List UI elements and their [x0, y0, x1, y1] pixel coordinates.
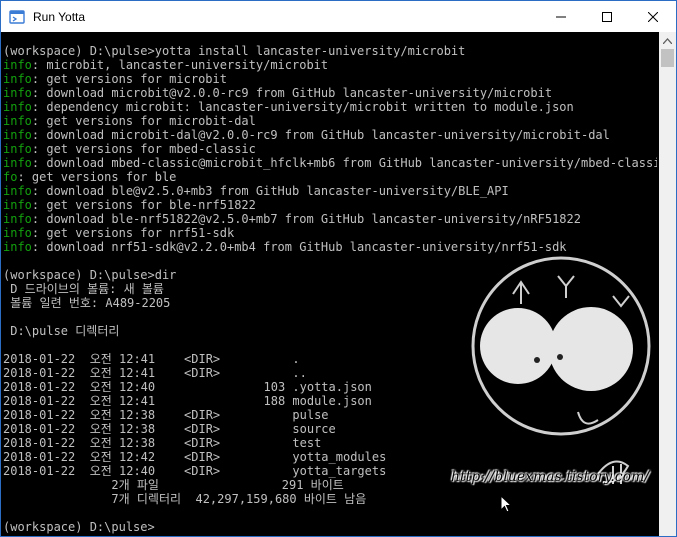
line-text: D 드라이브의 볼륨: 새 볼륨 — [3, 282, 164, 296]
line-text: 2018-01-22 오전 12:38 <DIR> source — [3, 422, 336, 436]
console-line: info: dependency microbit: lancaster-uni… — [3, 100, 657, 114]
line-text: : get versions for ble — [17, 170, 177, 184]
info-prefix: info — [3, 58, 32, 72]
line-text: : get versions for microbit-dal — [31, 114, 256, 128]
line-text: 2018-01-22 오전 12:38 <DIR> test — [3, 436, 322, 450]
console-line: info: download mbed-classic@microbit_hfc… — [3, 156, 657, 170]
line-text: 2018-01-22 오전 12:38 <DIR> pulse — [3, 408, 329, 422]
close-icon — [648, 11, 658, 22]
console-line: info: microbit, lancaster-university/mic… — [3, 58, 657, 72]
info-prefix: info — [3, 212, 32, 226]
info-prefix: info — [3, 156, 32, 170]
console-line: (workspace) D:\pulse> — [3, 520, 657, 534]
line-text: : download mbed-classic@microbit_hfclk+m… — [31, 156, 657, 170]
info-prefix: info — [3, 114, 32, 128]
line-text: (workspace) D:\pulse>yotta install lanca… — [3, 44, 466, 58]
line-text: : download microbit@v2.0.0-rc9 from GitH… — [31, 86, 553, 100]
line-text: 2018-01-22 오전 12:42 <DIR> yotta_modules — [3, 450, 387, 464]
line-text: : download ble-nrf51822@v2.5.0+mb7 from … — [31, 212, 581, 226]
close-button[interactable] — [630, 1, 676, 32]
console-line: 2018-01-22 오전 12:41 <DIR> .. — [3, 366, 657, 380]
console-line: info: get versions for microbit-dal — [3, 114, 657, 128]
window-title: Run Yotta — [33, 9, 86, 24]
console-line: D:\pulse 디렉터리 — [3, 324, 657, 338]
console-line: info: get versions for mbed-classic — [3, 142, 657, 156]
line-text: (workspace) D:\pulse> — [3, 520, 155, 534]
line-text: : get versions for microbit — [31, 72, 227, 86]
console-line: info: get versions for nrf51-sdk — [3, 226, 657, 240]
console-line: info: download microbit-dal@v2.0.0-rc9 f… — [3, 128, 657, 142]
console-output-area[interactable]: (workspace) D:\pulse>yotta install lanca… — [1, 32, 659, 536]
line-text: 볼륨 일련 번호: A489-2205 — [3, 296, 171, 310]
line-text: 2018-01-22 오전 12:40 <DIR> yotta_targets — [3, 464, 387, 478]
console-line: (workspace) D:\pulse>dir — [3, 268, 657, 282]
info-prefix: info — [3, 226, 32, 240]
line-text: : dependency microbit: lancaster-univers… — [31, 100, 574, 114]
title-bar[interactable]: Run Yotta — [1, 1, 676, 32]
console-line: 2018-01-22 오전 12:41 <DIR> . — [3, 352, 657, 366]
line-text: 2018-01-22 오전 12:41 <DIR> .. — [3, 366, 307, 380]
info-prefix: info — [3, 240, 32, 254]
info-prefix: info — [3, 198, 32, 212]
watermark-url: http://bluexmas.tistory.com/ — [451, 469, 650, 485]
scroll-thumb[interactable] — [661, 49, 674, 67]
console-line: info: download microbit@v2.0.0-rc9 from … — [3, 86, 657, 100]
minimize-icon — [556, 16, 566, 17]
info-prefix: info — [3, 100, 32, 114]
console-line: fo: get versions for ble — [3, 170, 657, 184]
scroll-up-button[interactable] — [659, 32, 676, 49]
line-text: 7개 디렉터리 42,297,159,680 바이트 남음 — [3, 492, 367, 506]
line-text: : get versions for nrf51-sdk — [31, 226, 235, 240]
line-text: : download nrf51-sdk@v2.2.0+mb4 from Git… — [31, 240, 567, 254]
maximize-button[interactable] — [584, 1, 630, 32]
info-prefix: info — [3, 72, 32, 86]
line-text: 2018-01-22 오전 12:41 <DIR> . — [3, 352, 300, 366]
minimize-button[interactable] — [538, 1, 584, 32]
line-text: : get versions for ble-nrf51822 — [31, 198, 256, 212]
maximize-icon — [602, 11, 612, 22]
console-line: 볼륨 일련 번호: A489-2205 — [3, 296, 657, 310]
console-line: info: get versions for ble-nrf51822 — [3, 198, 657, 212]
console-line: 2018-01-22 오전 12:38 <DIR> test — [3, 436, 657, 450]
line-text: 2018-01-22 오전 12:40 103 .yotta.json — [3, 380, 372, 394]
info-prefix: info — [3, 128, 32, 142]
line-text: : get versions for mbed-classic — [31, 142, 256, 156]
line-text: : download ble@v2.5.0+mb3 from GitHub la… — [31, 184, 509, 198]
console-lines: (workspace) D:\pulse>yotta install lanca… — [3, 44, 657, 534]
console-line: 7개 디렉터리 42,297,159,680 바이트 남음 — [3, 492, 657, 506]
line-text: : microbit, lancaster-university/microbi… — [31, 58, 329, 72]
info-prefix: info — [3, 86, 32, 100]
console-line: info: download ble@v2.5.0+mb3 from GitHu… — [3, 184, 657, 198]
console-line: info: get versions for microbit — [3, 72, 657, 86]
mouse-pointer-icon — [500, 495, 512, 513]
vertical-scrollbar[interactable] — [659, 32, 676, 536]
console-app-icon — [9, 9, 25, 25]
line-text: (workspace) D:\pulse>dir — [3, 268, 177, 282]
line-text: 2018-01-22 오전 12:41 188 module.json — [3, 394, 372, 408]
info-prefix: fo — [3, 170, 18, 184]
console-line: (workspace) D:\pulse>yotta install lanca… — [3, 44, 657, 58]
info-prefix: info — [3, 142, 32, 156]
console-line: 2018-01-22 오전 12:40 103 .yotta.json — [3, 380, 657, 394]
scroll-up-arrow-icon — [663, 37, 672, 44]
console-line: 2018-01-22 오전 12:38 <DIR> source — [3, 422, 657, 436]
console-line: info: download nrf51-sdk@v2.2.0+mb4 from… — [3, 240, 657, 254]
console-line: info: download ble-nrf51822@v2.5.0+mb7 f… — [3, 212, 657, 226]
line-text: 2개 파일 291 바이트 — [3, 478, 344, 492]
info-prefix: info — [3, 184, 32, 198]
console-line: 2018-01-22 오전 12:41 188 module.json — [3, 394, 657, 408]
line-text: : download microbit-dal@v2.0.0-rc9 from … — [31, 128, 610, 142]
console-window: Run Yotta (workspace) D:\pulse>yotta ins… — [0, 0, 677, 537]
console-line: 2018-01-22 오전 12:42 <DIR> yotta_modules — [3, 450, 657, 464]
line-text: D:\pulse 디렉터리 — [3, 324, 120, 338]
console-line: D 드라이브의 볼륨: 새 볼륨 — [3, 282, 657, 296]
console-line: 2018-01-22 오전 12:38 <DIR> pulse — [3, 408, 657, 422]
